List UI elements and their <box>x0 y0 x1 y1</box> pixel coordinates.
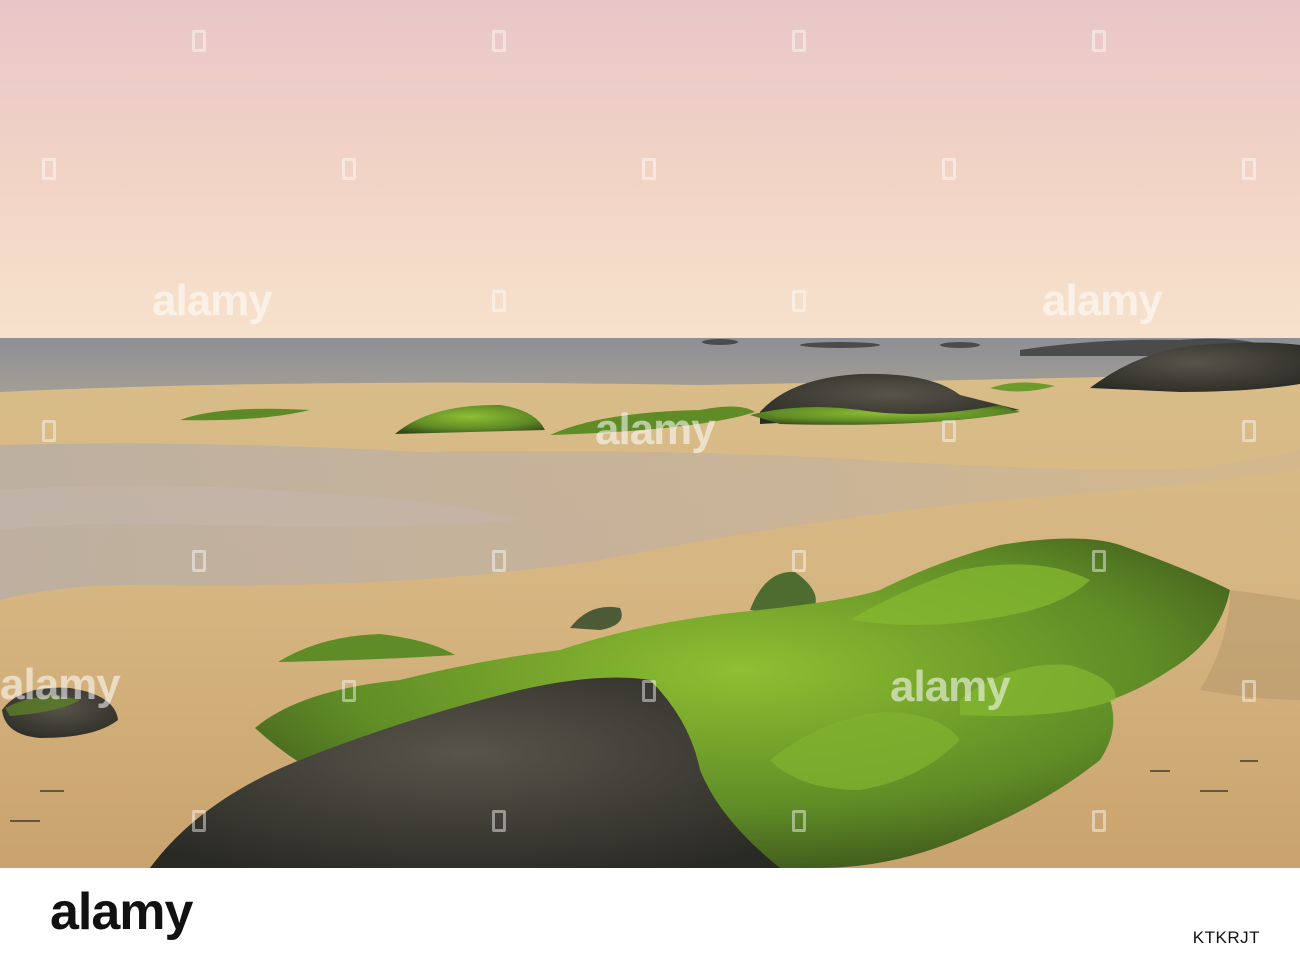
alamy-logo: alamy <box>50 883 193 941</box>
watermark-mark-icon <box>342 680 356 702</box>
watermark-text: alamy <box>0 660 121 709</box>
watermark-mark-icon <box>42 420 56 442</box>
watermark-mark-icon <box>792 810 806 832</box>
watermark-text: alamy <box>1042 276 1163 325</box>
watermark-mark-icon <box>942 158 956 180</box>
watermark-mark-icon <box>192 550 206 572</box>
watermark-mark-icon <box>792 290 806 312</box>
watermark-mark-icon <box>792 30 806 52</box>
watermark-mark-icon <box>942 420 956 442</box>
watermark-mark-icon <box>342 158 356 180</box>
watermark-mark-icon <box>1092 810 1106 832</box>
watermark-mark-icon <box>642 680 656 702</box>
watermark-text: alamy <box>152 276 273 325</box>
watermark-mark-icon <box>192 810 206 832</box>
watermark-mark-icon <box>1242 680 1256 702</box>
watermark-mark-icon <box>492 30 506 52</box>
watermark-mark-icon <box>1242 420 1256 442</box>
watermark-mark-icon <box>1242 158 1256 180</box>
beach-photo: alamy alamy alamy alamy alamy <box>0 0 1300 868</box>
watermark-mark-icon <box>1092 30 1106 52</box>
watermark-text: alamy <box>890 662 1011 711</box>
image-id: KTKRJT <box>1192 928 1260 947</box>
watermark-text: alamy <box>595 405 716 454</box>
watermark-mark-icon <box>42 158 56 180</box>
watermark-mark-icon <box>192 30 206 52</box>
watermark-mark-icon <box>492 290 506 312</box>
watermark-mark-icon <box>492 550 506 572</box>
footer-bar: alamy KTKRJT <box>0 868 1300 956</box>
watermark-mark-icon <box>492 810 506 832</box>
watermark-mark-icon <box>792 550 806 572</box>
watermark-mark-icon <box>642 158 656 180</box>
watermark-mark-icon <box>1092 550 1106 572</box>
